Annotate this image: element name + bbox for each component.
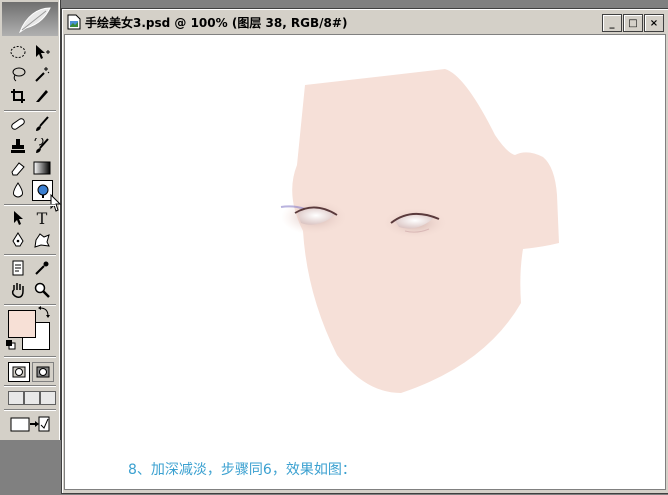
toolbox-separator (4, 385, 56, 387)
document-title: 手绘美女3.psd @ 100% (图层 38, RGB/8#) (85, 15, 348, 30)
zoom-icon[interactable] (32, 280, 52, 300)
imageready-jump-icon[interactable] (8, 414, 52, 434)
toolbox: T (0, 0, 62, 440)
toolbox-separator (4, 110, 56, 112)
hand-icon[interactable] (8, 280, 28, 300)
move-icon[interactable] (32, 42, 52, 62)
lasso-icon[interactable] (8, 64, 28, 84)
psd-document-icon (67, 14, 81, 30)
standard-screen-mode-button[interactable] (8, 391, 24, 405)
path-selection-icon[interactable] (8, 208, 28, 228)
full-screen-mode-button[interactable] (40, 391, 56, 405)
quick-mask-mode-button[interactable] (32, 362, 54, 382)
magic-wand-icon[interactable] (32, 64, 52, 84)
face-illustration (280, 69, 559, 393)
clone-stamp-icon[interactable] (8, 136, 28, 156)
notes-icon[interactable] (8, 258, 28, 278)
gradient-icon[interactable] (32, 158, 52, 178)
toolbox-separator (4, 356, 56, 358)
maximize-button[interactable]: □ (623, 14, 643, 32)
swap-colors-icon[interactable] (38, 306, 50, 318)
minimize-button[interactable]: _ (602, 14, 622, 32)
document-window: 手绘美女3.psd @ 100% (图层 38, RGB/8#) _ □ × 8… (61, 8, 668, 494)
elliptical-marquee-icon[interactable] (8, 42, 28, 62)
slice-icon[interactable] (32, 86, 52, 106)
tutorial-caption: 8、加深减淡，步骤同6，效果如图： (128, 462, 356, 478)
toolbox-separator (4, 409, 56, 411)
default-colors-icon[interactable] (6, 340, 16, 350)
toolbox-header[interactable] (2, 2, 58, 36)
healing-brush-icon[interactable] (8, 114, 28, 134)
close-button[interactable]: × (644, 14, 664, 32)
full-screen-menu-mode-button[interactable] (24, 391, 40, 405)
eraser-icon[interactable] (8, 158, 28, 178)
toolbox-separator (4, 254, 56, 256)
blur-icon[interactable] (8, 180, 28, 200)
brush-icon[interactable] (32, 114, 52, 134)
eyedropper-icon[interactable] (32, 258, 52, 278)
feather-logo-icon (18, 7, 51, 34)
pen-icon[interactable] (8, 230, 28, 250)
custom-shape-icon[interactable] (32, 230, 52, 250)
document-canvas[interactable]: 8、加深减淡，步骤同6，效果如图： (64, 34, 666, 490)
history-brush-icon[interactable] (32, 136, 52, 156)
document-titlebar[interactable]: 手绘美女3.psd @ 100% (图层 38, RGB/8#) _ □ × (64, 11, 666, 33)
toolbox-separator (4, 204, 56, 206)
standard-mode-button[interactable] (8, 362, 30, 382)
crop-icon[interactable] (8, 86, 28, 106)
type-icon[interactable]: T (32, 208, 52, 228)
foreground-color-swatch[interactable] (8, 310, 36, 338)
